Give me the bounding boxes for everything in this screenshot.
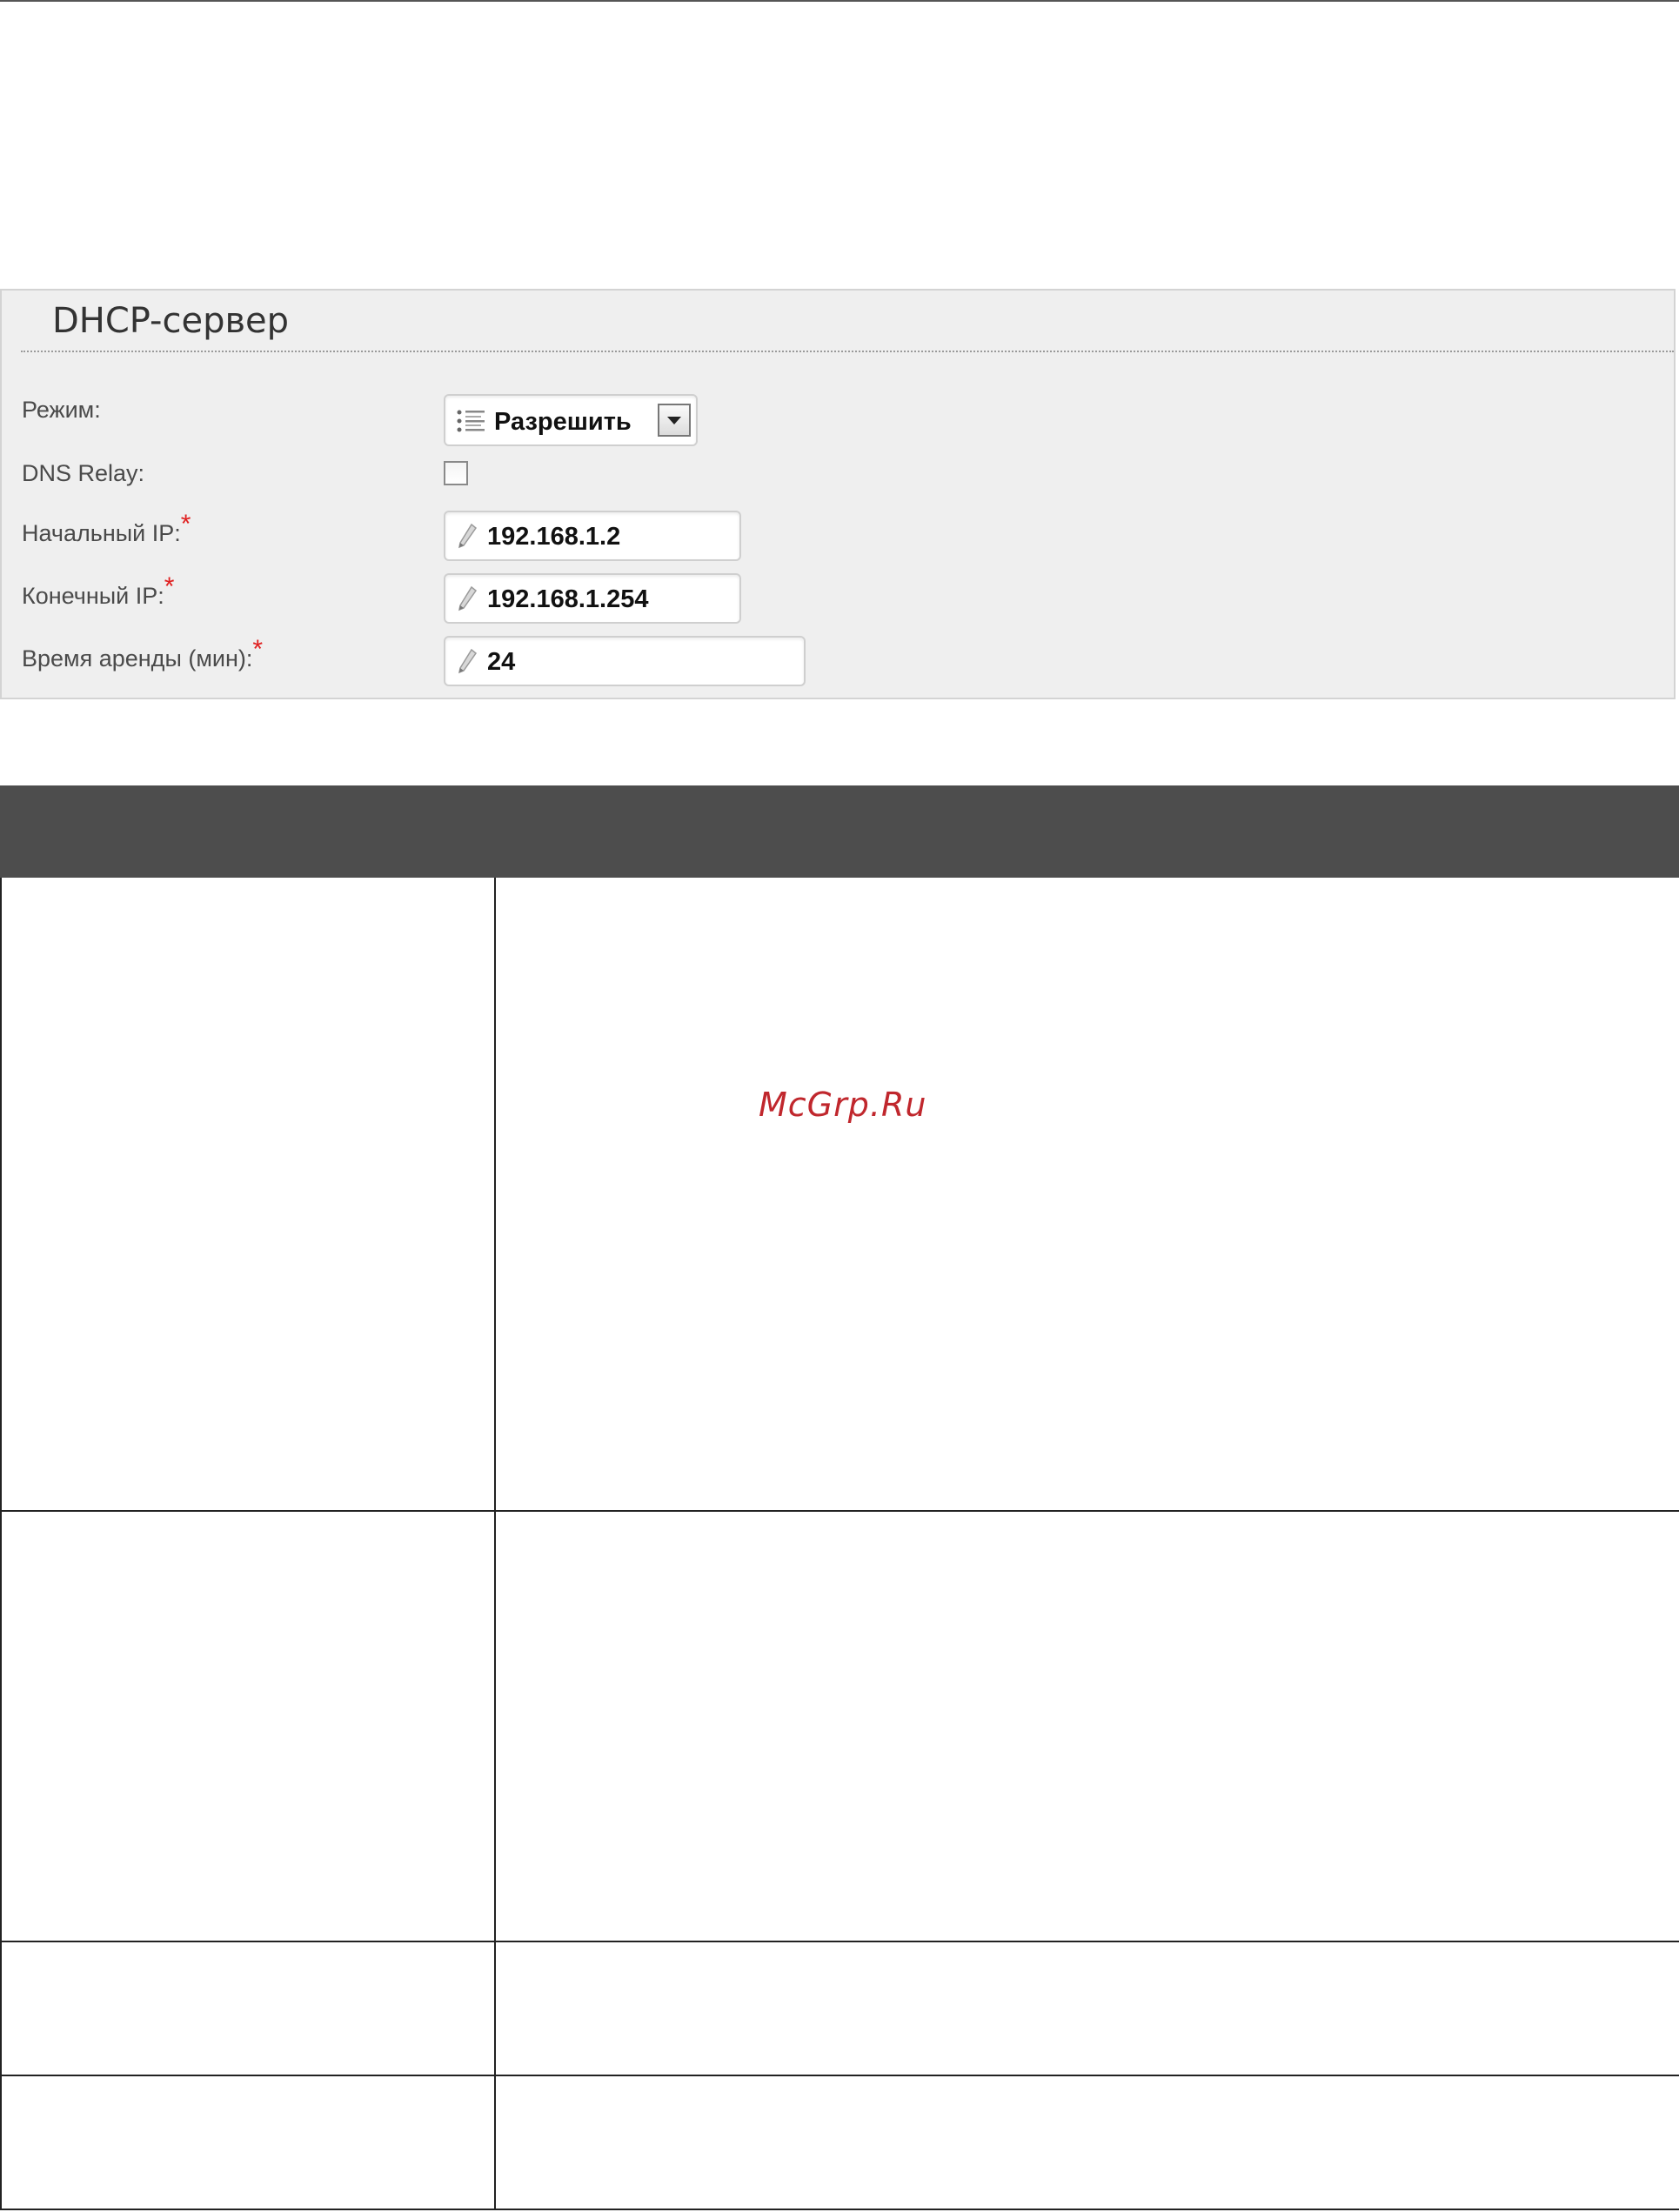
dns-relay-label-text: DNS Relay: xyxy=(22,460,145,486)
chevron-down-icon[interactable] xyxy=(658,404,691,437)
column-divider xyxy=(494,1942,496,2075)
mode-label-text: Режим: xyxy=(22,397,101,423)
panel-title: DHCP-сервер xyxy=(52,301,290,341)
pencil-icon xyxy=(458,523,478,549)
watermark: McGrp.Ru xyxy=(759,1086,927,1124)
dns-relay-label: DNS Relay: xyxy=(22,460,144,487)
lease-time-label: Время аренды (мин):* xyxy=(22,635,263,673)
end-ip-value: 192.168.1.254 xyxy=(487,585,649,613)
column-divider xyxy=(494,1512,496,1941)
required-marker: * xyxy=(180,510,191,538)
table-row xyxy=(2,1942,1679,2076)
required-marker: * xyxy=(252,635,264,664)
end-ip-label: Конечный IP:* xyxy=(22,572,174,611)
description-table xyxy=(0,878,1679,2210)
table-row xyxy=(2,878,1679,1512)
column-divider xyxy=(494,2076,496,2209)
mode-select-value: Разрешить xyxy=(494,408,632,436)
list-icon xyxy=(457,410,485,432)
table-header xyxy=(0,785,1679,878)
end-ip-field[interactable]: 192.168.1.254 xyxy=(444,573,741,624)
required-marker: * xyxy=(164,572,175,601)
column-divider xyxy=(494,878,496,1510)
lease-time-value: 24 xyxy=(487,648,516,676)
top-rule xyxy=(0,0,1679,2)
start-ip-value: 192.168.1.2 xyxy=(487,523,621,551)
lease-time-field[interactable]: 24 xyxy=(444,636,806,686)
table-row xyxy=(2,1512,1679,1942)
mode-label: Режим: xyxy=(22,397,101,424)
mode-select[interactable]: Разрешить xyxy=(444,394,698,446)
panel-separator xyxy=(21,351,1674,352)
start-ip-field[interactable]: 192.168.1.2 xyxy=(444,511,741,561)
dns-relay-checkbox[interactable] xyxy=(444,461,468,485)
pencil-icon xyxy=(458,648,478,674)
start-ip-label-text: Начальный IP: xyxy=(22,520,181,546)
table-row xyxy=(2,2076,1679,2210)
pencil-icon xyxy=(458,585,478,611)
end-ip-label-text: Конечный IP: xyxy=(22,583,164,609)
lease-time-label-text: Время аренды (мин): xyxy=(22,645,253,672)
dhcp-server-panel: DHCP-сервер Режим: Разрешить DNS Relay: … xyxy=(0,289,1676,699)
start-ip-label: Начальный IP:* xyxy=(22,510,191,548)
